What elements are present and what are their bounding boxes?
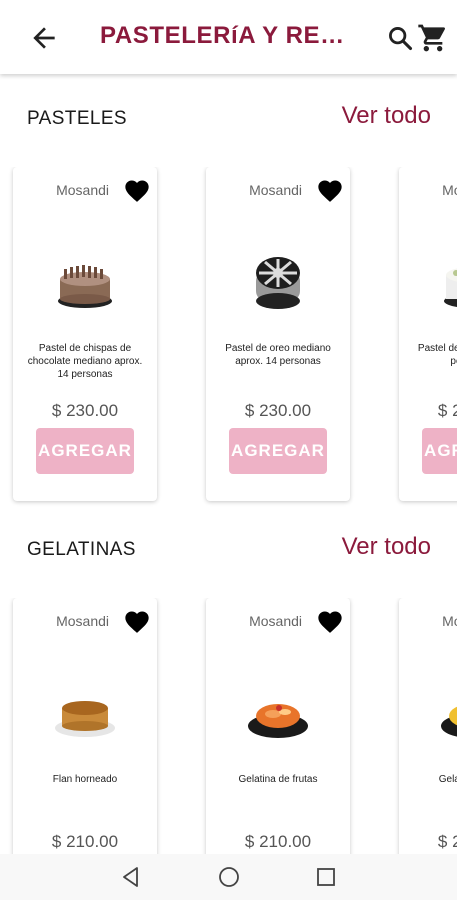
system-nav-bar xyxy=(0,854,457,900)
product-price: $ 230.00 xyxy=(437,401,457,420)
back-button[interactable] xyxy=(28,22,60,54)
product-name: Pastel de oreo mediano aprox. 14 persona… xyxy=(225,343,331,367)
heart-icon[interactable] xyxy=(123,177,151,205)
product-card[interactable]: Mosandi Pastel de chispas de chocolate m… xyxy=(13,167,157,501)
add-to-cart-button[interactable]: AGREGAR xyxy=(36,428,134,474)
heart-icon[interactable] xyxy=(316,608,344,636)
nav-back-icon[interactable] xyxy=(118,864,144,890)
product-name: Pastel de chispas de chocolate mediano a… xyxy=(27,343,143,380)
product-price: $ 230.00 xyxy=(51,401,119,420)
nav-recents-icon[interactable] xyxy=(313,864,339,890)
nav-home-icon[interactable] xyxy=(216,864,242,890)
product-name: Gelatina de co xyxy=(438,774,457,785)
product-price: $ 210.00 xyxy=(244,832,312,851)
chocolate-cake-image xyxy=(58,265,112,308)
brand-label: Mosandi xyxy=(249,182,302,198)
heart-icon[interactable] xyxy=(123,608,151,636)
see-all-link[interactable]: Ver todo xyxy=(342,533,431,561)
product-name: Pastel de grande aprox. personas xyxy=(417,343,457,367)
section-header-pasteles: PASTELES Ver todo xyxy=(0,98,457,138)
app-header: PASTELERíA Y RESTAURANTE xyxy=(0,0,457,74)
search-icon xyxy=(389,27,413,51)
add-to-cart-button[interactable]: AGREGAR xyxy=(422,428,457,474)
see-all-link[interactable]: Ver todo xyxy=(342,102,431,130)
brand-label: Mosandi xyxy=(56,613,109,629)
product-price: $ 230.00 xyxy=(244,401,312,420)
product-card[interactable]: Mosandi Pastel de oreo mediano aprox. 14… xyxy=(206,167,350,501)
search-button[interactable] xyxy=(386,24,414,52)
gelatin-image xyxy=(441,706,457,737)
product-name: Flan horneado xyxy=(52,774,118,785)
cart-button[interactable] xyxy=(416,22,450,54)
product-row-pasteles: Mosandi Pastel de chispas de chocolate m… xyxy=(0,167,457,507)
section-title: GELATINAS xyxy=(27,539,136,560)
add-to-cart-button[interactable]: AGREGAR xyxy=(229,428,327,474)
brand-label: Mosandi xyxy=(56,182,109,198)
app-screen: PASTELERíA Y RESTAURANTE PASTELES Ver to… xyxy=(0,0,457,900)
flan-image xyxy=(55,701,115,737)
product-price: $ 210.00 xyxy=(51,832,119,851)
arrow-left-icon xyxy=(33,27,55,49)
section-header-gelatinas: GELATINAS Ver todo xyxy=(0,529,457,569)
product-name: Gelatina de frutas xyxy=(238,774,318,785)
heart-icon[interactable] xyxy=(316,177,344,205)
brand-label: Mosandi xyxy=(442,182,457,198)
fruit-gelatin-image xyxy=(248,704,308,738)
product-price: $ 210.00 xyxy=(437,832,457,851)
white-cake-image xyxy=(444,268,457,307)
brand-label: Mosandi xyxy=(249,613,302,629)
section-title: PASTELES xyxy=(27,108,127,129)
oreo-cake-image xyxy=(256,257,300,309)
product-card[interactable]: Mosandi Pastel de grande aprox. personas… xyxy=(399,167,457,501)
cart-icon xyxy=(418,24,446,52)
brand-label: Mosandi xyxy=(442,613,457,629)
page-title: PASTELERíA Y RESTAURANTE xyxy=(100,22,350,49)
